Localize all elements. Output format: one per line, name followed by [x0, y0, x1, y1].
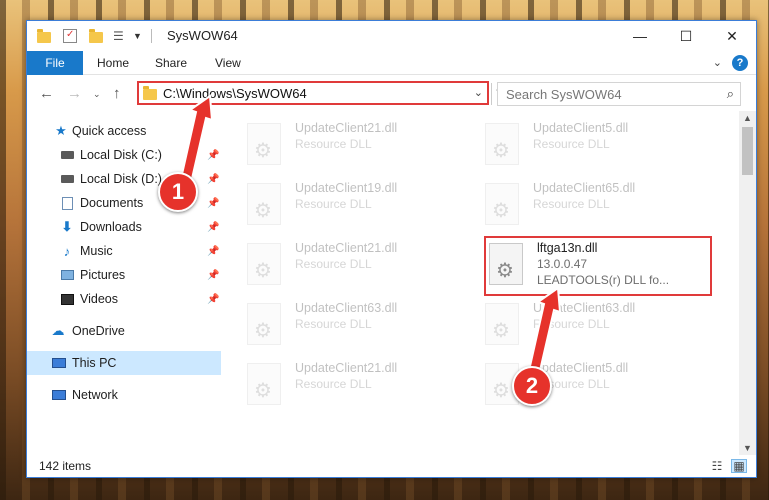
annotation-arrows — [176, 94, 562, 390]
step-2-badge: 2 — [512, 366, 552, 406]
step-1-badge: 1 — [158, 172, 198, 212]
